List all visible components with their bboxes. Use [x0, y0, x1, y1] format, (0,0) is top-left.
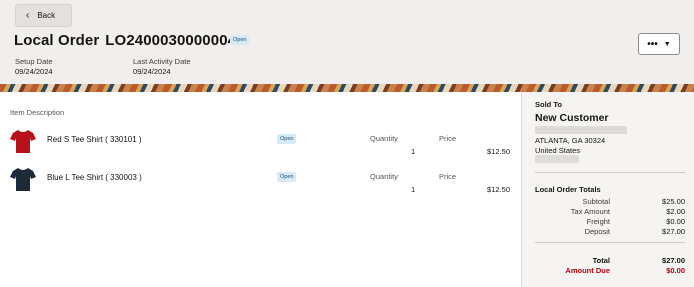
total-value: $27.00	[662, 256, 685, 265]
address-country: United States	[535, 146, 581, 155]
decorative-banner	[0, 84, 694, 92]
customer-name[interactable]: New Customer	[535, 112, 609, 124]
setup-date-value: 09/24/2024	[15, 67, 53, 76]
more-dots-icon: •••	[647, 38, 658, 50]
item-name[interactable]: Red S Tee Shirt ( 330101 )	[47, 135, 142, 144]
amount-due-value: $0.00	[666, 266, 685, 275]
subtotal-label: Subtotal	[582, 197, 610, 206]
price-label: Price	[439, 172, 457, 181]
page-title: Local Order LO2400030000004	[14, 32, 236, 49]
item-description-header: Item Description	[10, 108, 65, 117]
redacted-address	[535, 126, 627, 134]
totals-title: Local Order Totals	[535, 185, 601, 194]
freight-label: Freight	[586, 217, 610, 226]
tshirt-icon	[10, 168, 36, 191]
item-status-badge: Open	[277, 134, 297, 144]
quantity-label: Quantity	[370, 172, 398, 181]
divider	[535, 242, 685, 243]
divider	[535, 172, 685, 173]
tshirt-icon	[10, 130, 36, 153]
last-activity-value: 09/24/2024	[133, 67, 171, 76]
item-row[interactable]: Red S Tee Shirt ( 330101 ) Open Quantity…	[0, 128, 520, 168]
freight-value: $0.00	[666, 217, 685, 226]
subtotal-value: $25.00	[662, 197, 685, 206]
redacted-phone	[535, 155, 579, 163]
quantity-value: 1	[411, 147, 416, 156]
price-label: Price	[439, 134, 457, 143]
tax-value: $2.00	[666, 207, 685, 216]
setup-date-label: Setup Date	[15, 57, 53, 66]
more-actions-button[interactable]: ••• ▼	[638, 33, 680, 55]
item-status-badge: Open	[277, 172, 297, 182]
order-number: LO2400030000004	[105, 32, 237, 49]
status-badge: Open	[230, 35, 250, 45]
quantity-label: Quantity	[370, 134, 398, 143]
item-name[interactable]: Blue L Tee Shirt ( 330003 )	[47, 173, 142, 182]
deposit-value: $27.00	[662, 227, 685, 236]
price-value: $12.50	[487, 147, 510, 156]
order-summary-panel: Sold To New Customer ATLANTA, GA 30324 U…	[521, 92, 694, 287]
chevron-down-icon: ▼	[663, 40, 671, 48]
order-header: ‹ Back Local Order LO2400030000004 Open •…	[0, 0, 694, 84]
chevron-left-icon: ‹	[26, 9, 30, 21]
total-label: Total	[592, 256, 610, 265]
amount-due-label: Amount Due	[565, 266, 610, 275]
back-label: Back	[37, 11, 56, 20]
last-activity-label: Last Activity Date	[133, 57, 191, 66]
items-panel: Item Description Red S Tee Shirt ( 33010…	[0, 92, 520, 287]
tax-label: Tax Amount	[570, 207, 610, 216]
quantity-value: 1	[411, 185, 416, 194]
item-row[interactable]: Blue L Tee Shirt ( 330003 ) Open Quantit…	[0, 166, 520, 206]
title-prefix: Local Order	[14, 32, 100, 49]
deposit-label: Deposit	[584, 227, 610, 236]
address-city-line: ATLANTA, GA 30324	[535, 136, 606, 145]
back-button[interactable]: ‹ Back	[15, 4, 72, 27]
price-value: $12.50	[487, 185, 510, 194]
sold-to-label: Sold To	[535, 100, 562, 109]
